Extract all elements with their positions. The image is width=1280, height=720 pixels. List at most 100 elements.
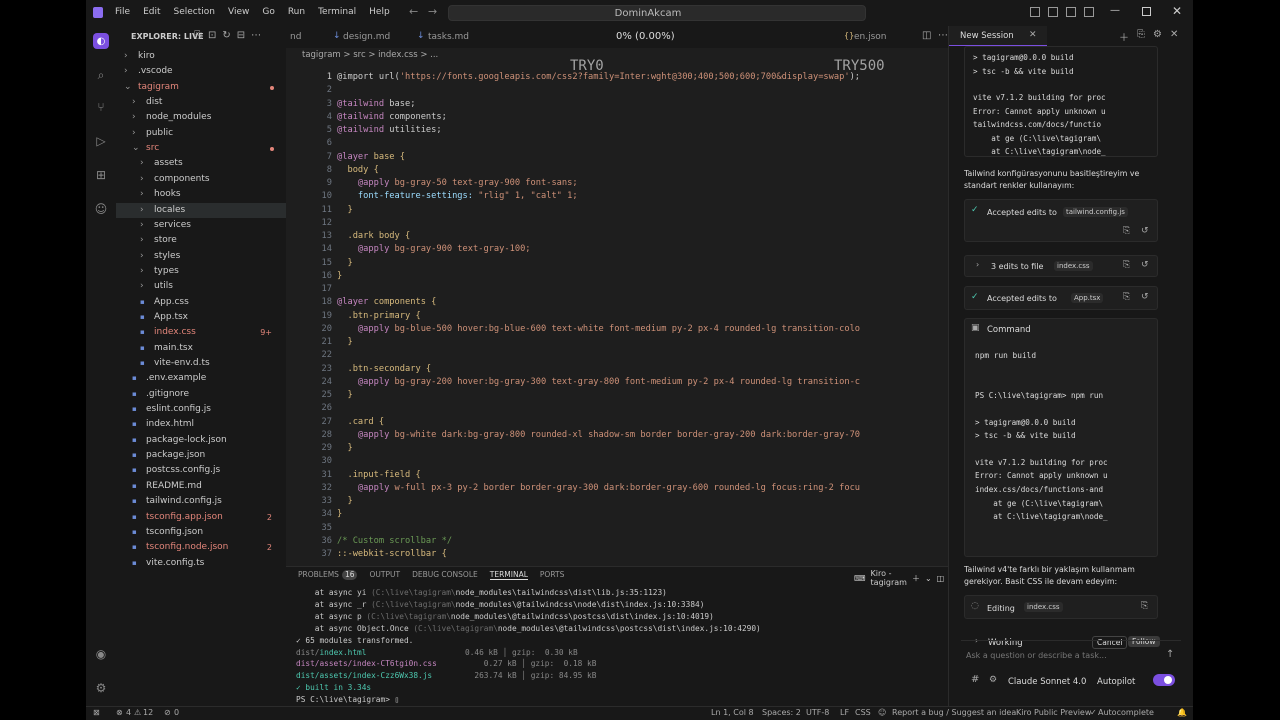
tree-item[interactable]: › locales — [116, 202, 286, 218]
model-selector[interactable]: Claude Sonnet 4.0 — [1008, 677, 1086, 687]
tree-item[interactable]: ▪ index.css 9+ — [116, 325, 286, 340]
close-session-icon[interactable]: ✕ — [1029, 30, 1037, 40]
tree-item[interactable]: ▪ postcss.config.js — [116, 463, 286, 478]
file-chip[interactable]: App.tsx — [1071, 293, 1104, 303]
breadcrumb-path[interactable]: tagigram > src > index.css > ... — [302, 50, 438, 60]
layout-icon[interactable] — [1048, 7, 1058, 17]
tree-item[interactable]: ▪ tsconfig.json — [116, 525, 286, 540]
tree-item[interactable]: › dist — [116, 95, 286, 110]
warning-icon[interactable]: ⚠ — [134, 708, 141, 717]
chat-settings-icon[interactable]: ⚙ — [1153, 29, 1162, 44]
view-diff-icon[interactable]: ⎘ — [1141, 601, 1148, 611]
tree-item[interactable]: ▪ main.tsx — [116, 341, 286, 356]
remote-icon[interactable]: ⊠ — [93, 708, 100, 717]
code-editor[interactable]: 1 @import url('https://fonts.googleapis.c… — [286, 68, 948, 566]
ports-count[interactable]: 0 — [174, 708, 179, 717]
send-icon[interactable]: ↑ — [1166, 649, 1174, 660]
close-chat-icon[interactable]: ✕ — [1170, 29, 1178, 44]
source-control-icon[interactable]: ⑂ — [93, 99, 109, 115]
tree-item[interactable]: › types — [116, 264, 286, 279]
kiro-ghost-icon[interactable]: ☺ — [93, 201, 109, 217]
tree-item[interactable]: ▪ vite-env.d.ts — [116, 356, 286, 371]
search-icon[interactable]: ⌕ — [93, 67, 109, 83]
tree-item[interactable]: › node_modules — [116, 110, 286, 125]
refresh-icon[interactable]: ↻ — [222, 30, 230, 41]
panel-tab-output[interactable]: OUTPUT — [369, 570, 400, 580]
split-editor-icon[interactable]: ◫ — [922, 30, 931, 41]
terminal-name[interactable]: Kiro - tagigram — [871, 569, 907, 587]
tree-item[interactable]: ▪ .env.example — [116, 371, 286, 386]
account-icon[interactable]: ◉ — [93, 646, 109, 662]
language-mode[interactable]: CSS — [855, 708, 871, 717]
tree-item[interactable]: ▪ App.tsx — [116, 310, 286, 325]
cursor-position[interactable]: Ln 1, Col 8 — [711, 708, 754, 717]
secondary-sidebar-icon[interactable] — [1084, 7, 1094, 17]
ports-icon[interactable]: ⊘ — [164, 708, 171, 717]
tree-item[interactable]: ▪ package.json — [116, 448, 286, 463]
panel-tab-debug-console[interactable]: DEBUG CONSOLE — [412, 570, 478, 580]
file-chip[interactable]: index.css — [1024, 602, 1063, 612]
new-chat-icon[interactable]: ＋ — [1119, 29, 1129, 44]
revert-icon[interactable]: ↺ — [1141, 292, 1149, 302]
tree-item[interactable]: › assets — [116, 156, 286, 171]
error-count[interactable]: 4 — [126, 708, 131, 717]
run-debug-icon[interactable]: ▷ — [93, 133, 109, 149]
tree-item[interactable]: ▪ .gitignore — [116, 387, 286, 402]
tree-item[interactable]: › kiro — [116, 49, 286, 64]
notifications-icon[interactable]: 🔔 — [1177, 708, 1187, 717]
collapse-all-icon[interactable]: ⊟ — [237, 30, 245, 41]
tab-design[interactable]: design.md — [343, 32, 390, 42]
chat-input-placeholder[interactable]: Ask a question or describe a task... — [966, 651, 1107, 660]
tab-partial[interactable]: nd — [290, 32, 301, 42]
autocomplete-status[interactable]: Autocomplete — [1098, 708, 1154, 717]
view-diff-icon[interactable]: ⎘ — [1123, 292, 1130, 302]
tree-item[interactable]: ▪ App.css — [116, 295, 286, 310]
indentation[interactable]: Spaces: 2 — [762, 708, 801, 717]
new-file-icon[interactable]: ⎘ — [194, 30, 202, 41]
history-icon[interactable]: ⎘ — [1137, 29, 1145, 44]
tree-item[interactable]: ⌄ tagigram — [116, 80, 286, 95]
revert-icon[interactable]: ↺ — [1141, 226, 1149, 236]
session-tab[interactable]: New Session ✕ — [949, 26, 1047, 46]
tree-item[interactable]: ▪ index.html — [116, 417, 286, 432]
tree-item[interactable]: ▪ vite.config.ts — [116, 556, 286, 571]
autopilot-toggle[interactable] — [1153, 674, 1175, 686]
tree-item[interactable]: › components — [116, 172, 286, 187]
revert-icon[interactable]: ↺ — [1141, 260, 1149, 270]
file-chip[interactable]: tailwind.config.js — [1063, 207, 1128, 217]
chat-input[interactable]: Ask a question or describe a task... ↑ #… — [961, 640, 1181, 700]
new-terminal-icon[interactable]: ＋ — [912, 573, 920, 584]
report-bug-link[interactable]: Report a bug / Suggest an idea — [892, 708, 1016, 717]
tree-item[interactable]: › styles — [116, 249, 286, 264]
kiro-icon[interactable]: ◐ — [93, 33, 109, 49]
tree-item[interactable]: › hooks — [116, 187, 286, 202]
more-actions-icon[interactable]: ⋯ — [251, 30, 261, 41]
panel-tab-terminal[interactable]: TERMINAL — [489, 570, 528, 580]
tree-item[interactable]: › public — [116, 126, 286, 141]
edits-to-file-card[interactable]: › 3 edits to file index.css ⎘ ↺ — [964, 255, 1158, 277]
errors-icon[interactable]: ⊗ — [116, 708, 123, 717]
sidebar-toggle-icon[interactable] — [1030, 7, 1040, 17]
settings-gear-icon[interactable]: ⚙ — [93, 680, 109, 696]
new-folder-icon[interactable]: ⊡ — [208, 30, 216, 41]
tab-tasks[interactable]: tasks.md — [428, 32, 469, 42]
hash-icon[interactable]: # — [971, 674, 979, 685]
tree-item[interactable]: ▪ package-lock.json — [116, 433, 286, 448]
tree-item[interactable]: ▪ tsconfig.node.json 2 — [116, 540, 286, 555]
tree-item[interactable]: › services — [116, 218, 286, 233]
warning-count[interactable]: 12 — [143, 708, 153, 717]
tree-item[interactable]: ▪ tailwind.config.js — [116, 494, 286, 509]
line-ending[interactable]: LF — [840, 708, 849, 717]
layout-toggle-icons[interactable] — [1030, 7, 1094, 17]
minimize-button[interactable]: — — [1110, 5, 1120, 16]
feedback-icon[interactable]: ☺ — [878, 708, 886, 717]
split-terminal-icon[interactable]: ◫ — [937, 574, 945, 583]
extensions-icon[interactable]: ⊞ — [93, 167, 109, 183]
file-chip[interactable]: index.css — [1054, 261, 1093, 271]
tree-item[interactable]: ▪ README.md — [116, 479, 286, 494]
encoding[interactable]: UTF-8 — [806, 708, 829, 717]
tree-item[interactable]: › utils — [116, 279, 286, 294]
more-icon[interactable]: ⋯ — [938, 30, 948, 41]
tree-item[interactable]: ▪ tsconfig.app.json 2 — [116, 510, 286, 525]
terminal-output[interactable]: at async yi (C:\live\tagigram\node_modul… — [296, 587, 936, 706]
